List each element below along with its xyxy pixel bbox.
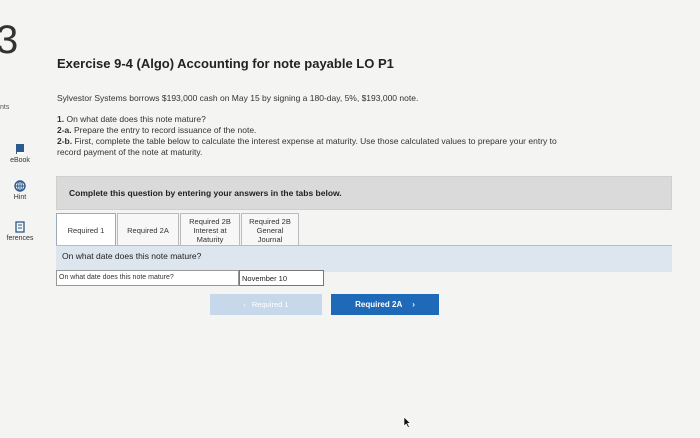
instruction-text: Prepare the entry to record issuance of …	[71, 125, 257, 135]
tab-label: Required 1	[67, 225, 105, 235]
chevron-right-icon: ›	[412, 300, 415, 309]
sidebar-item-ebook[interactable]: eBook	[0, 143, 40, 164]
mouse-cursor-icon	[403, 416, 411, 428]
chevron-left-icon: ‹	[243, 300, 246, 309]
instruction-item: 2-b. First, complete the table below to …	[57, 136, 677, 147]
tab-label: Required 2B General Journal	[249, 216, 291, 244]
answer-row: On what date does this note mature?	[56, 270, 324, 287]
sidebar-item-label: ferences	[6, 235, 34, 242]
next-button[interactable]: Required 2A ›	[331, 294, 439, 315]
tab-required-1[interactable]: Required 1	[56, 213, 116, 246]
references-icon	[15, 221, 25, 233]
answer-label: On what date does this note mature?	[56, 270, 239, 286]
instruction-banner: Complete this question by entering your …	[56, 176, 672, 210]
tab-label: Required 2A	[127, 225, 169, 235]
instruction-text: First, complete the table below to calcu…	[72, 136, 557, 146]
instruction-continuation: record payment of the note at maturity.	[57, 147, 203, 157]
instruction-prefix: 2-a.	[57, 125, 72, 135]
sidebar-item-references[interactable]: ferences	[0, 221, 40, 242]
question-number: 3	[0, 18, 19, 62]
panel-prompt: On what date does this note mature?	[62, 251, 202, 261]
points-label: nts	[0, 104, 10, 111]
instructions: 1. On what date does this note mature? 2…	[57, 114, 677, 158]
prev-button-label: Required 1	[251, 300, 289, 309]
sidebar-item-label: Hint	[13, 194, 27, 201]
tab-label: Required 2B Interest at Maturity	[189, 216, 231, 244]
instruction-item: 2-a. Prepare the entry to record issuanc…	[57, 125, 677, 136]
sidebar-item-hint[interactable]: Hint	[0, 180, 40, 201]
globe-icon	[14, 180, 26, 192]
exercise-intro: Sylvestor Systems borrows $193,000 cash …	[57, 93, 419, 103]
banner-text: Complete this question by entering your …	[69, 188, 342, 198]
sidebar-item-label: eBook	[10, 157, 30, 164]
prev-button[interactable]: ‹ Required 1	[210, 294, 322, 315]
exercise-title: Exercise 9-4 (Algo) Accounting for note …	[57, 56, 394, 71]
maturity-date-input[interactable]	[239, 270, 324, 286]
question-panel: On what date does this note mature?	[56, 245, 672, 272]
tab-required-2a[interactable]: Required 2A	[117, 213, 179, 246]
tab-bar: Required 1 Required 2A Required 2B Inter…	[56, 210, 300, 246]
tab-required-2b-interest[interactable]: Required 2B Interest at Maturity	[180, 213, 240, 246]
instruction-item: 1. On what date does this note mature?	[57, 114, 677, 125]
instruction-text: On what date does this note mature?	[64, 114, 206, 124]
tab-required-2b-journal[interactable]: Required 2B General Journal	[241, 213, 299, 246]
next-button-label: Required 2A	[355, 300, 403, 309]
instruction-prefix: 2-b.	[57, 136, 73, 146]
book-icon	[16, 144, 24, 154]
left-rail: 3 nts eBook Hint ferences	[0, 0, 42, 438]
